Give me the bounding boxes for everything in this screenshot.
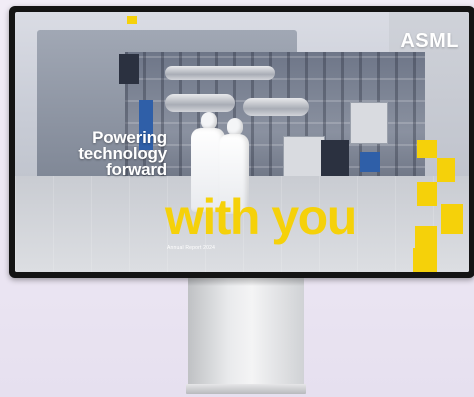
yellow-square-decor (417, 182, 437, 206)
monitor: ASML Powering technology forward with yo… (9, 6, 474, 278)
yellow-square-decor (437, 158, 455, 182)
machine-panel (350, 102, 388, 144)
monitor-stand (188, 278, 304, 386)
machine-blue-part (360, 152, 380, 172)
machine-cylinder (165, 94, 235, 112)
cover-subtitle: Annual Report 2024 (167, 245, 216, 251)
screen: ASML Powering technology forward with yo… (15, 12, 469, 272)
yellow-square-decor (441, 204, 463, 234)
cover-headline: Powering technology forward (47, 129, 167, 179)
yellow-square-decor (417, 140, 437, 158)
machine-cylinder (243, 98, 309, 116)
yellow-square-decor (415, 226, 437, 248)
machine-panel-dark (119, 54, 139, 84)
cover-tagline: with you (165, 189, 357, 245)
yellow-square-decor (127, 16, 137, 24)
headline-line: forward (106, 160, 167, 179)
monitor-stand-base (186, 384, 306, 394)
yellow-square-decor (413, 248, 437, 272)
machine-cylinder (165, 66, 275, 80)
asml-logo: ASML (400, 30, 459, 52)
